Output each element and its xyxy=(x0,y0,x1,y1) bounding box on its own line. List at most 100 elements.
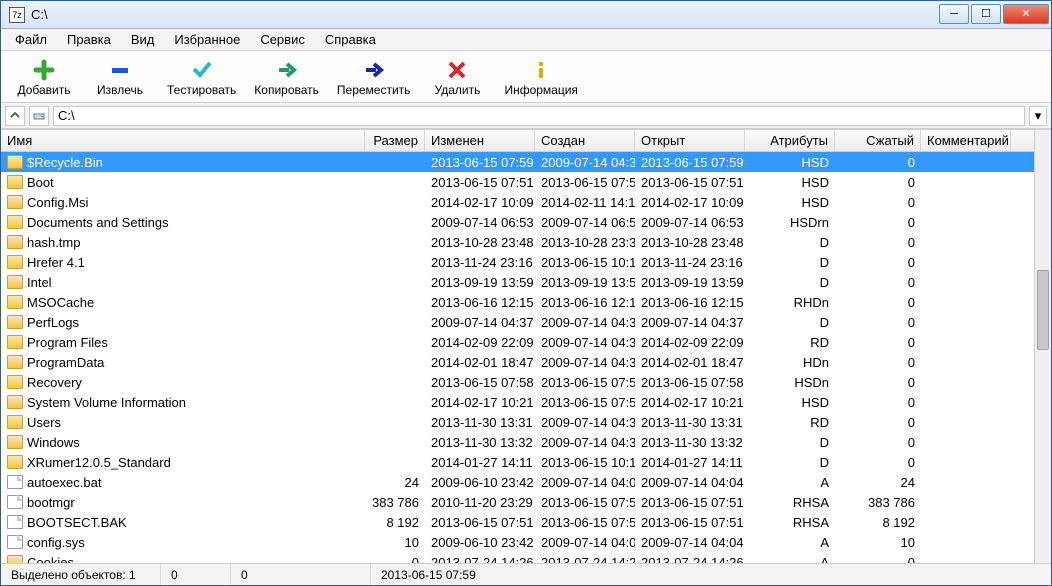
col-header-attr[interactable]: Атрибуты xyxy=(745,130,835,151)
maximize-button[interactable]: ☐ xyxy=(971,4,1001,24)
col-header-crt[interactable]: Создан xyxy=(535,130,635,151)
menu-файл[interactable]: Файл xyxy=(7,30,55,49)
cell-pack: 0 xyxy=(835,155,921,170)
cell-pack: 0 xyxy=(835,435,921,450)
folder-icon xyxy=(7,215,23,229)
toolbar-move-button[interactable]: Переместить xyxy=(331,55,417,99)
cell-opn: 2013-06-15 07:51 xyxy=(635,175,745,190)
cell-mod: 2014-02-09 22:09 xyxy=(425,335,535,350)
menu-правка[interactable]: Правка xyxy=(59,30,119,49)
toolbar-info-button[interactable]: Информация xyxy=(498,55,583,99)
col-header-size[interactable]: Размер xyxy=(365,130,425,151)
scroll-thumb[interactable] xyxy=(1037,270,1049,350)
table-row[interactable]: Boot2013-06-15 07:512013-06-15 07:512013… xyxy=(1,172,1034,192)
menu-справка[interactable]: Справка xyxy=(317,30,384,49)
cell-attr: A xyxy=(745,555,835,564)
table-row[interactable]: config.sys102009-06-10 23:422009-07-14 0… xyxy=(1,532,1034,552)
folder-icon xyxy=(7,275,23,289)
app-icon: 7z xyxy=(9,7,25,23)
toolbar-copy-button[interactable]: Копировать xyxy=(248,55,325,99)
table-row[interactable]: $Recycle.Bin2013-06-15 07:592009-07-14 0… xyxy=(1,152,1034,172)
table-row[interactable]: Users2013-11-30 13:312009-07-14 04:37201… xyxy=(1,412,1034,432)
folder-icon xyxy=(7,315,23,329)
cell-pack: 0 xyxy=(835,195,921,210)
file-list[interactable]: ИмяРазмерИзмененСозданОткрытАтрибутыСжат… xyxy=(1,130,1034,563)
table-row[interactable]: Windows2013-11-30 13:322009-07-14 04:372… xyxy=(1,432,1034,452)
cell-crt: 2009-07-14 04:37 xyxy=(535,335,635,350)
cell-mod: 2013-06-15 07:51 xyxy=(425,175,535,190)
cell-attr: HSD xyxy=(745,195,835,210)
table-row[interactable]: BOOTSECT.BAK8 1922013-06-15 07:512013-06… xyxy=(1,512,1034,532)
drive-icon xyxy=(29,106,49,126)
cell-opn: 2013-11-24 23:16 xyxy=(635,255,745,270)
cell-attr: A xyxy=(745,535,835,550)
cell-crt: 2013-06-15 10:16 xyxy=(535,455,635,470)
cell-name: Cookies xyxy=(1,555,365,564)
vertical-scrollbar[interactable] xyxy=(1034,130,1051,563)
toolbar-add-button[interactable]: Добавить xyxy=(9,55,79,99)
cell-opn: 2013-06-16 12:15 xyxy=(635,295,745,310)
table-row[interactable]: autoexec.bat242009-06-10 23:422009-07-14… xyxy=(1,472,1034,492)
cell-name: Config.Msi xyxy=(1,195,365,210)
col-header-name[interactable]: Имя xyxy=(1,130,365,151)
close-button[interactable]: ✕ xyxy=(1003,4,1049,24)
table-row[interactable]: Program Files2014-02-09 22:092009-07-14 … xyxy=(1,332,1034,352)
minimize-button[interactable]: ─ xyxy=(939,4,969,24)
cell-opn: 2009-07-14 04:04 xyxy=(635,535,745,550)
cell-attr: D xyxy=(745,255,835,270)
table-row[interactable]: XRumer12.0.5_Standard2014-01-27 14:11201… xyxy=(1,452,1034,472)
file-icon xyxy=(7,475,23,489)
toolbar-delete-button[interactable]: Удалить xyxy=(422,55,492,99)
table-row[interactable]: Cookies02013-07-24 14:262013-07-24 14:26… xyxy=(1,552,1034,563)
toolbar-extract-button[interactable]: Извлечь xyxy=(85,55,155,99)
cell-crt: 2013-06-15 07:51 xyxy=(535,515,635,530)
table-row[interactable]: ProgramData2014-02-01 18:472009-07-14 04… xyxy=(1,352,1034,372)
cell-opn: 2013-11-30 13:31 xyxy=(635,415,745,430)
file-icon xyxy=(7,495,23,509)
col-header-mod[interactable]: Изменен xyxy=(425,130,535,151)
status-packed: 0 xyxy=(231,564,371,585)
cell-name: Hrefer 4.1 xyxy=(1,255,365,270)
menu-избранное[interactable]: Избранное xyxy=(166,30,248,49)
up-button[interactable] xyxy=(5,106,25,126)
table-row[interactable]: System Volume Information2014-02-17 10:2… xyxy=(1,392,1034,412)
cell-crt: 2013-06-15 10:16 xyxy=(535,255,635,270)
table-row[interactable]: MSOCache2013-06-16 12:152013-06-16 12:15… xyxy=(1,292,1034,312)
cell-crt: 2013-07-24 14:26 xyxy=(535,555,635,564)
cell-mod: 2013-10-28 23:48 xyxy=(425,235,535,250)
cell-attr: HSDrn xyxy=(745,215,835,230)
cell-pack: 0 xyxy=(835,275,921,290)
app-window: 7z C:\ ─ ☐ ✕ ФайлПравкаВидИзбранноеСерви… xyxy=(0,0,1052,586)
folder-icon xyxy=(7,355,23,369)
cell-pack: 0 xyxy=(835,375,921,390)
toolbar-test-button[interactable]: Тестировать xyxy=(161,55,242,99)
cell-pack: 8 192 xyxy=(835,515,921,530)
col-header-pack[interactable]: Сжатый xyxy=(835,130,921,151)
status-date: 2013-06-15 07:59 xyxy=(371,564,1051,585)
cell-opn: 2013-07-24 14:26 xyxy=(635,555,745,564)
table-row[interactable]: Config.Msi2014-02-17 10:092014-02-11 14:… xyxy=(1,192,1034,212)
cell-attr: HSDn xyxy=(745,375,835,390)
menu-вид[interactable]: Вид xyxy=(123,30,163,49)
table-row[interactable]: Recovery2013-06-15 07:582013-06-15 07:58… xyxy=(1,372,1034,392)
col-header-opn[interactable]: Открыт xyxy=(635,130,745,151)
cell-crt: 2013-06-16 12:15 xyxy=(535,295,635,310)
table-row[interactable]: Intel2013-09-19 13:592013-09-19 13:59201… xyxy=(1,272,1034,292)
table-row[interactable]: Documents and Settings2009-07-14 06:5320… xyxy=(1,212,1034,232)
table-row[interactable]: hash.tmp2013-10-28 23:482013-10-28 23:38… xyxy=(1,232,1034,252)
status-selection: Выделено объектов: 1 xyxy=(1,564,161,585)
table-row[interactable]: PerfLogs2009-07-14 04:372009-07-14 04:37… xyxy=(1,312,1034,332)
titlebar[interactable]: 7z C:\ ─ ☐ ✕ xyxy=(1,1,1051,29)
address-input[interactable] xyxy=(53,106,1025,126)
address-dropdown[interactable]: ▾ xyxy=(1029,106,1047,126)
menu-сервис[interactable]: Сервис xyxy=(252,30,313,49)
cell-mod: 2014-02-17 10:21 xyxy=(425,395,535,410)
table-row[interactable]: Hrefer 4.1 2013-11-24 23:162013-06-15 10:… xyxy=(1,252,1034,272)
col-header-comm[interactable]: Комментарий xyxy=(921,130,1011,151)
cell-mod: 2009-06-10 23:42 xyxy=(425,475,535,490)
cell-size: 8 192 xyxy=(365,515,425,530)
table-row[interactable]: bootmgr383 7862010-11-20 23:292013-06-15… xyxy=(1,492,1034,512)
cell-opn: 2013-06-15 07:51 xyxy=(635,495,745,510)
cell-pack: 0 xyxy=(835,415,921,430)
cell-attr: D xyxy=(745,435,835,450)
